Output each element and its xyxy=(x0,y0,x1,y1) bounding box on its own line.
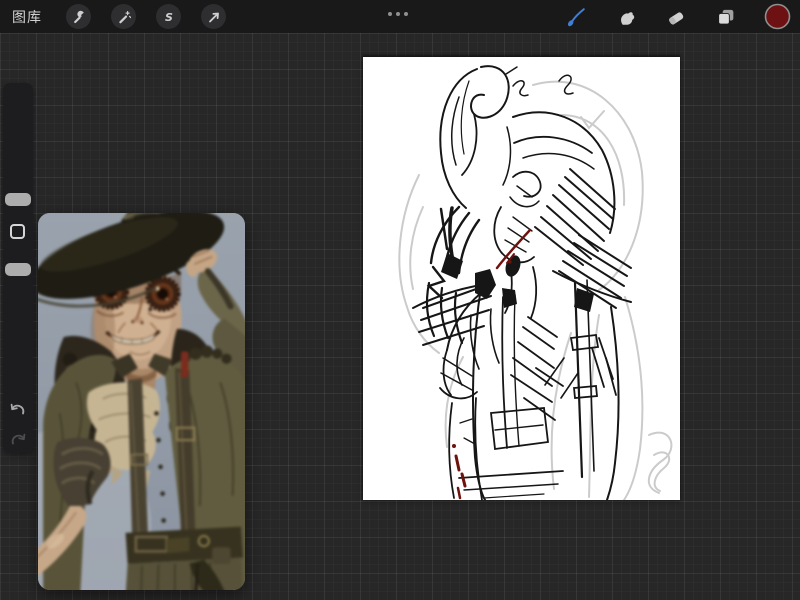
smudge-tool-button[interactable] xyxy=(614,5,638,29)
opacity-slider[interactable] xyxy=(3,253,33,393)
color-swatch-button[interactable] xyxy=(764,3,791,30)
smudge-icon xyxy=(621,11,635,25)
undo-arrow-icon xyxy=(10,403,25,415)
redo-button[interactable] xyxy=(9,431,27,449)
gallery-button[interactable]: 图库 xyxy=(12,7,42,27)
actions-button[interactable] xyxy=(66,4,91,29)
topbar-right-group xyxy=(551,0,800,33)
undo-button[interactable] xyxy=(9,401,27,419)
topbar: 图库 S xyxy=(0,0,800,33)
procreate-workspace: 图库 S xyxy=(0,0,800,600)
layers-icon xyxy=(718,9,734,25)
brush-size-handle[interactable] xyxy=(5,193,31,206)
brush-size-slider[interactable] xyxy=(3,83,33,223)
brush-icon xyxy=(567,7,585,26)
sketch-drawing xyxy=(398,65,673,500)
magic-wand-icon xyxy=(118,10,131,23)
layers-button[interactable] xyxy=(714,5,738,29)
color-swatch xyxy=(764,3,791,30)
s-curve-icon: S xyxy=(165,11,173,24)
opacity-handle[interactable] xyxy=(5,263,31,276)
ellipsis-dot xyxy=(388,12,392,16)
reference-panel[interactable] xyxy=(38,213,245,590)
redo-arrow-icon xyxy=(11,433,26,445)
ellipsis-dot xyxy=(396,12,400,16)
topbar-left-group: 图库 S xyxy=(0,4,236,29)
wrench-icon xyxy=(73,10,84,23)
arrow-icon xyxy=(208,12,219,22)
adjustments-button[interactable] xyxy=(111,4,136,29)
svg-text:S: S xyxy=(165,11,173,24)
modify-button[interactable] xyxy=(10,224,25,239)
reference-image xyxy=(38,213,245,590)
canvas-options-button[interactable] xyxy=(388,12,408,16)
drawing-canvas[interactable] xyxy=(363,57,680,500)
transform-button[interactable] xyxy=(201,4,226,29)
selection-button[interactable]: S xyxy=(156,4,181,29)
ellipsis-dot xyxy=(404,12,408,16)
eraser-tool-button[interactable] xyxy=(664,5,688,29)
paint-tool-button[interactable] xyxy=(564,5,588,29)
sidebar xyxy=(3,83,33,453)
eraser-icon xyxy=(669,11,684,24)
